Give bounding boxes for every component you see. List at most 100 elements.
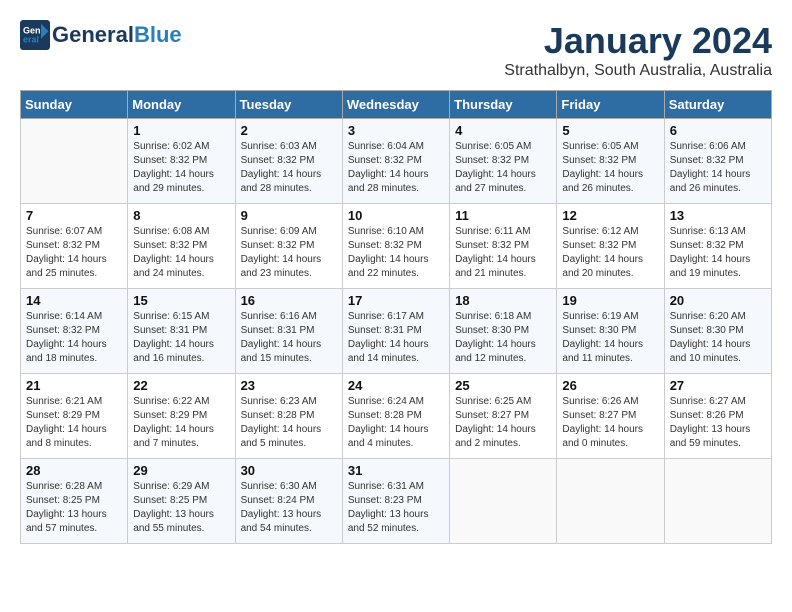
day-number: 26: [562, 378, 658, 393]
calendar-cell: 23 Sunrise: 6:23 AM Sunset: 8:28 PM Dayli…: [235, 374, 342, 459]
day-number: 28: [26, 463, 122, 478]
calendar-cell: 5 Sunrise: 6:05 AM Sunset: 8:32 PM Daylig…: [557, 119, 664, 204]
day-number: 4: [455, 123, 551, 138]
day-info: Sunrise: 6:24 AM Sunset: 8:28 PM Dayligh…: [348, 395, 444, 451]
day-info: Sunrise: 6:25 AM Sunset: 8:27 PM Dayligh…: [455, 395, 551, 451]
day-number: 23: [241, 378, 337, 393]
day-info: Sunrise: 6:15 AM Sunset: 8:31 PM Dayligh…: [133, 310, 229, 366]
day-number: 3: [348, 123, 444, 138]
weekday-header-cell: Monday: [128, 91, 235, 119]
calendar-cell: 16Sunrise: 6:16 AM Sunset: 8:31 PM Dayli…: [235, 289, 342, 374]
weekday-header-cell: Tuesday: [235, 91, 342, 119]
day-info: Sunrise: 6:27 AM Sunset: 8:26 PM Dayligh…: [670, 395, 766, 451]
calendar-cell: 27 Sunrise: 6:27 AM Sunset: 8:26 PM Dayli…: [664, 374, 771, 459]
day-info: Sunrise: 6:04 AM Sunset: 8:32 PM Dayligh…: [348, 140, 444, 196]
day-number: 18: [455, 293, 551, 308]
svg-text:eral: eral: [23, 35, 39, 45]
day-number: 27: [670, 378, 766, 393]
calendar-table: SundayMondayTuesdayWednesdayThursdayFrid…: [20, 90, 772, 544]
day-info: Sunrise: 6:05 AM Sunset: 8:32 PM Dayligh…: [455, 140, 551, 196]
day-number: 5: [562, 123, 658, 138]
day-number: 11: [455, 208, 551, 223]
day-number: 30: [241, 463, 337, 478]
day-info: Sunrise: 6:18 AM Sunset: 8:30 PM Dayligh…: [455, 310, 551, 366]
calendar-cell: 13 Sunrise: 6:13 AM Sunset: 8:32 PM Dayli…: [664, 204, 771, 289]
calendar-cell: 10 Sunrise: 6:10 AM Sunset: 8:32 PM Dayli…: [342, 204, 449, 289]
day-info: Sunrise: 6:11 AM Sunset: 8:32 PM Dayligh…: [455, 225, 551, 281]
calendar-cell: 12 Sunrise: 6:12 AM Sunset: 8:32 PM Dayli…: [557, 204, 664, 289]
calendar-cell: 2 Sunrise: 6:03 AM Sunset: 8:32 PM Daylig…: [235, 119, 342, 204]
calendar-cell: [21, 119, 128, 204]
day-info: Sunrise: 6:19 AM Sunset: 8:30 PM Dayligh…: [562, 310, 658, 366]
title-area: January 2024 Strathalbyn, South Australi…: [504, 20, 772, 80]
calendar-cell: 19 Sunrise: 6:19 AM Sunset: 8:30 PM Dayli…: [557, 289, 664, 374]
calendar-body: 1 Sunrise: 6:02 AM Sunset: 8:32 PM Daylig…: [21, 119, 772, 544]
weekday-header-cell: Sunday: [21, 91, 128, 119]
day-info: Sunrise: 6:07 AM Sunset: 8:32 PM Dayligh…: [26, 225, 122, 281]
calendar-cell: 8Sunrise: 6:08 AM Sunset: 8:32 PM Daylig…: [128, 204, 235, 289]
day-number: 14: [26, 293, 122, 308]
day-number: 16: [241, 293, 337, 308]
day-number: 6: [670, 123, 766, 138]
day-number: 21: [26, 378, 122, 393]
logo-name: GeneralBlue: [52, 23, 182, 47]
day-info: Sunrise: 6:13 AM Sunset: 8:32 PM Dayligh…: [670, 225, 766, 281]
day-info: Sunrise: 6:29 AM Sunset: 8:25 PM Dayligh…: [133, 480, 229, 536]
calendar-week-row: 21 Sunrise: 6:21 AM Sunset: 8:29 PM Dayli…: [21, 374, 772, 459]
day-number: 15: [133, 293, 229, 308]
calendar-cell: 9 Sunrise: 6:09 AM Sunset: 8:32 PM Daylig…: [235, 204, 342, 289]
day-number: 8: [133, 208, 229, 223]
weekday-header-cell: Friday: [557, 91, 664, 119]
day-number: 12: [562, 208, 658, 223]
calendar-cell: 1 Sunrise: 6:02 AM Sunset: 8:32 PM Daylig…: [128, 119, 235, 204]
day-info: Sunrise: 6:06 AM Sunset: 8:32 PM Dayligh…: [670, 140, 766, 196]
calendar-cell: 6 Sunrise: 6:06 AM Sunset: 8:32 PM Daylig…: [664, 119, 771, 204]
calendar-cell: 14 Sunrise: 6:14 AM Sunset: 8:32 PM Dayli…: [21, 289, 128, 374]
day-number: 31: [348, 463, 444, 478]
calendar-cell: 26 Sunrise: 6:26 AM Sunset: 8:27 PM Dayli…: [557, 374, 664, 459]
calendar-cell: 24 Sunrise: 6:24 AM Sunset: 8:28 PM Dayli…: [342, 374, 449, 459]
weekday-header-cell: Thursday: [450, 91, 557, 119]
calendar-week-row: 28 Sunrise: 6:28 AM Sunset: 8:25 PM Dayli…: [21, 459, 772, 544]
day-number: 22: [133, 378, 229, 393]
day-info: Sunrise: 6:02 AM Sunset: 8:32 PM Dayligh…: [133, 140, 229, 196]
day-number: 1: [133, 123, 229, 138]
day-info: Sunrise: 6:05 AM Sunset: 8:32 PM Dayligh…: [562, 140, 658, 196]
day-info: Sunrise: 6:10 AM Sunset: 8:32 PM Dayligh…: [348, 225, 444, 281]
calendar-cell: 7 Sunrise: 6:07 AM Sunset: 8:32 PM Daylig…: [21, 204, 128, 289]
day-number: 10: [348, 208, 444, 223]
calendar-cell: 20Sunrise: 6:20 AM Sunset: 8:30 PM Dayli…: [664, 289, 771, 374]
header: Gen eral GeneralBlue January 2024 Strath…: [20, 20, 772, 80]
weekday-header-cell: Wednesday: [342, 91, 449, 119]
day-number: 19: [562, 293, 658, 308]
calendar-week-row: 1 Sunrise: 6:02 AM Sunset: 8:32 PM Daylig…: [21, 119, 772, 204]
day-info: Sunrise: 6:14 AM Sunset: 8:32 PM Dayligh…: [26, 310, 122, 366]
logo-icon: Gen eral: [20, 20, 50, 50]
calendar-cell: 30 Sunrise: 6:30 AM Sunset: 8:24 PM Dayli…: [235, 459, 342, 544]
day-number: 9: [241, 208, 337, 223]
day-info: Sunrise: 6:09 AM Sunset: 8:32 PM Dayligh…: [241, 225, 337, 281]
day-info: Sunrise: 6:21 AM Sunset: 8:29 PM Dayligh…: [26, 395, 122, 451]
day-info: Sunrise: 6:28 AM Sunset: 8:25 PM Dayligh…: [26, 480, 122, 536]
day-number: 24: [348, 378, 444, 393]
day-number: 17: [348, 293, 444, 308]
day-number: 13: [670, 208, 766, 223]
day-number: 2: [241, 123, 337, 138]
calendar-cell: [664, 459, 771, 544]
calendar-cell: 3 Sunrise: 6:04 AM Sunset: 8:32 PM Daylig…: [342, 119, 449, 204]
calendar-week-row: 7 Sunrise: 6:07 AM Sunset: 8:32 PM Daylig…: [21, 204, 772, 289]
day-number: 7: [26, 208, 122, 223]
location-subtitle: Strathalbyn, South Australia, Australia: [504, 62, 772, 80]
calendar-week-row: 14 Sunrise: 6:14 AM Sunset: 8:32 PM Dayli…: [21, 289, 772, 374]
day-info: Sunrise: 6:17 AM Sunset: 8:31 PM Dayligh…: [348, 310, 444, 366]
day-number: 25: [455, 378, 551, 393]
day-info: Sunrise: 6:26 AM Sunset: 8:27 PM Dayligh…: [562, 395, 658, 451]
day-info: Sunrise: 6:23 AM Sunset: 8:28 PM Dayligh…: [241, 395, 337, 451]
calendar-cell: [450, 459, 557, 544]
day-info: Sunrise: 6:12 AM Sunset: 8:32 PM Dayligh…: [562, 225, 658, 281]
calendar-cell: 17 Sunrise: 6:17 AM Sunset: 8:31 PM Dayli…: [342, 289, 449, 374]
calendar-cell: 4 Sunrise: 6:05 AM Sunset: 8:32 PM Daylig…: [450, 119, 557, 204]
weekday-header-cell: Saturday: [664, 91, 771, 119]
day-info: Sunrise: 6:30 AM Sunset: 8:24 PM Dayligh…: [241, 480, 337, 536]
day-info: Sunrise: 6:03 AM Sunset: 8:32 PM Dayligh…: [241, 140, 337, 196]
